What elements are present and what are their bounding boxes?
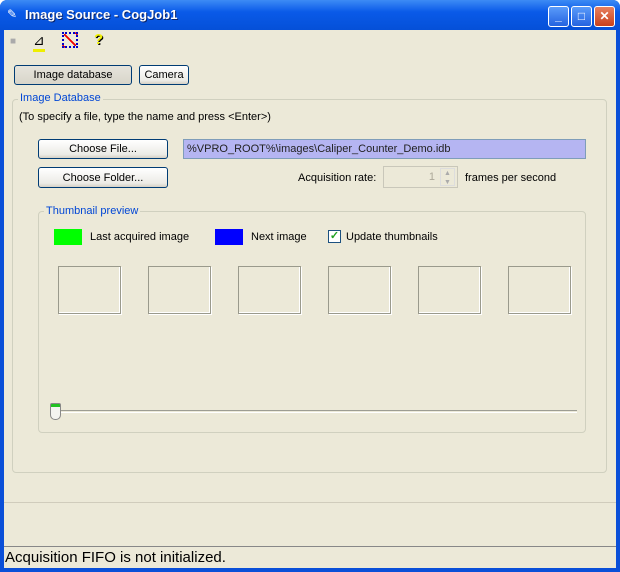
acquisition-rate-spinner[interactable]: 1 ▲ ▼ [383,166,458,188]
thumbnail-5[interactable] [418,266,481,314]
client-area: ■ ⊿ ? Image database Camera Image Databa… [4,30,616,568]
thumbnail-2[interactable] [148,266,211,314]
window: ✎ Image Source - CogJob1 _ □ ✕ ■ ⊿ ? Ima… [0,0,620,572]
tab-camera[interactable]: Camera [139,65,189,85]
update-thumbnails-checkbox[interactable]: ✓ [328,230,341,243]
thumbnail-preview-label: Thumbnail preview [44,205,141,217]
choose-file-button[interactable]: Choose File... [38,139,168,159]
thumbnail-slider-track[interactable] [52,410,577,413]
acquisition-rate-unit: frames per second [465,172,557,184]
maximize-button[interactable]: □ [571,6,592,27]
update-thumbnails-label: Update thumbnails [346,231,438,243]
thumbnail-6[interactable] [508,266,571,314]
separator [4,502,616,503]
last-acquired-swatch [54,229,82,245]
spinner-arrows-icon[interactable]: ▲ ▼ [440,168,455,186]
thumbnail-3[interactable] [238,266,301,314]
graphics-icon[interactable]: ⊿ [33,32,45,52]
title-bar[interactable]: ✎ Image Source - CogJob1 _ □ ✕ [0,0,620,30]
minimize-button[interactable]: _ [548,6,569,27]
thumbnail-4[interactable] [328,266,391,314]
hint-text: (To specify a file, type the name and pr… [19,111,271,123]
choose-folder-button[interactable]: Choose Folder... [38,167,168,188]
close-button[interactable]: ✕ [594,6,615,27]
last-acquired-label: Last acquired image [90,231,190,243]
no-region-icon[interactable] [62,32,78,48]
thumbnail-1[interactable] [58,266,121,314]
next-image-label: Next image [251,231,307,243]
acquisition-rate-label: Acquisition rate: [298,172,377,184]
image-database-group-label: Image Database [18,92,103,104]
next-image-swatch [215,229,243,245]
app-icon: ✎ [7,7,18,21]
camera-icon[interactable]: ■ [10,36,16,47]
window-title: Image Source - CogJob1 [25,7,178,22]
file-path-input[interactable]: %VPRO_ROOT%\images\Caliper_Counter_Demo.… [183,139,586,159]
acquisition-rate-value: 1 [428,171,435,183]
status-bar: Acquisition FIFO is not initialized. [4,546,616,568]
thumbnail-slider-thumb[interactable] [50,403,61,420]
help-icon[interactable]: ? [94,31,103,48]
tab-image-database[interactable]: Image database [14,65,132,85]
thumbnail-preview-group [38,211,586,433]
